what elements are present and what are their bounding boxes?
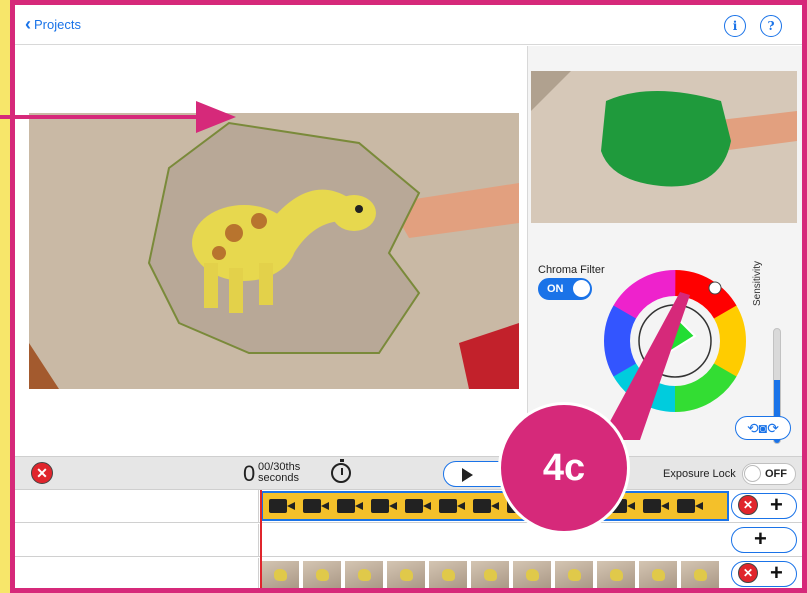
info-button[interactable]: i — [724, 15, 746, 37]
video-clip-strip[interactable] — [261, 491, 729, 521]
info-icon: i — [732, 19, 738, 33]
remove-video-track-button[interactable]: ✕ — [738, 495, 758, 515]
video-camera-icon — [439, 499, 467, 513]
playhead[interactable] — [260, 490, 262, 588]
switch-camera-button[interactable]: ⟲◙⟳ — [735, 416, 791, 440]
frame-thumbnail[interactable] — [639, 561, 677, 588]
add-track-button[interactable]: + — [731, 527, 797, 553]
add-video-track-button[interactable]: + — [770, 494, 783, 516]
color-wheel[interactable] — [600, 266, 750, 416]
seconds-unit: seconds — [258, 472, 299, 484]
help-button[interactable]: ? — [760, 15, 782, 37]
video-camera-icon — [269, 499, 297, 513]
play-icon — [462, 468, 473, 482]
toggle-knob — [744, 465, 761, 482]
exposure-lock-toggle[interactable]: OFF — [742, 463, 796, 485]
chevron-left-icon: ‹ — [25, 14, 31, 34]
timer-icon[interactable] — [331, 459, 351, 483]
add-frames-button[interactable]: + — [770, 562, 783, 584]
exposure-lock-label: Exposure Lock — [663, 468, 736, 480]
video-track-row: ✕ + — [15, 490, 802, 523]
back-button[interactable]: ‹ Projects — [25, 14, 81, 34]
screen-frame: ‹ Projects i ? Chroma Filter ON Sensitiv… — [10, 0, 807, 593]
back-label: Projects — [34, 17, 81, 32]
frame-thumbnail[interactable] — [513, 561, 551, 588]
frame-rate-readout: 00/30ths seconds — [258, 462, 300, 484]
video-camera-icon — [473, 499, 501, 513]
frames-track-row: ✕ + — [15, 558, 802, 588]
video-camera-icon — [405, 499, 433, 513]
empty-track-row: + — [15, 524, 802, 557]
exposure-toggle-label: OFF — [765, 468, 787, 480]
frame-thumbnail[interactable] — [555, 561, 593, 588]
frame-thumbnails-strip[interactable] — [261, 561, 729, 588]
frame-count: 0 — [243, 461, 256, 486]
video-track-actions: ✕ + — [731, 493, 797, 519]
green-cloth-illustration — [531, 71, 797, 223]
video-camera-icon — [303, 499, 331, 513]
video-camera-icon — [371, 499, 399, 513]
frame-thumbnail[interactable] — [387, 561, 425, 588]
chroma-filter-toggle[interactable]: ON — [538, 278, 592, 300]
remove-frames-button[interactable]: ✕ — [738, 563, 758, 583]
frame-thumbnail[interactable] — [345, 561, 383, 588]
help-icon: ? — [767, 19, 775, 33]
camera-preview-image — [531, 71, 797, 223]
track-label-cell — [15, 558, 259, 588]
close-icon: ✕ — [742, 566, 754, 580]
top-bar: ‹ Projects i ? — [15, 5, 802, 45]
frame-thumbnail[interactable] — [429, 561, 467, 588]
video-camera-icon — [643, 499, 671, 513]
frame-thumbnail[interactable] — [303, 561, 341, 588]
scene-illustration — [29, 113, 519, 389]
frame-thumbnail[interactable] — [681, 561, 719, 588]
close-icon: ✕ — [742, 498, 754, 512]
main-preview-image — [29, 113, 519, 389]
camera-switch-icon: ⟲◙⟳ — [747, 419, 779, 436]
chroma-toggle-label: ON — [547, 283, 564, 295]
sensitivity-label: Sensitivity — [752, 260, 763, 306]
frames-track-actions: ✕ + — [731, 561, 797, 587]
callout-arrow — [0, 115, 215, 119]
main-preview-area — [15, 46, 527, 456]
frame-thumbnail[interactable] — [261, 561, 299, 588]
chroma-panel: Chroma Filter ON Sensitivity ⟲◙⟳ — [528, 46, 802, 456]
frame-thumbnail[interactable] — [597, 561, 635, 588]
step-badge: 4c — [498, 402, 630, 534]
video-camera-icon — [337, 499, 365, 513]
step-badge-label: 4c — [542, 446, 586, 489]
plus-icon: + — [754, 526, 767, 551]
track-label-cell — [15, 490, 259, 522]
video-camera-icon — [677, 499, 705, 513]
timeline-toolbar: ✕ 0 00/30ths seconds Exposure Lock OFF — [15, 456, 802, 490]
toggle-knob — [573, 280, 590, 297]
frame-thumbnail[interactable] — [471, 561, 509, 588]
chroma-filter-label: Chroma Filter — [538, 264, 605, 276]
close-icon: ✕ — [36, 464, 48, 481]
delete-button[interactable]: ✕ — [31, 462, 53, 484]
callout-arrowhead — [196, 101, 236, 133]
track-label-cell — [15, 524, 259, 556]
